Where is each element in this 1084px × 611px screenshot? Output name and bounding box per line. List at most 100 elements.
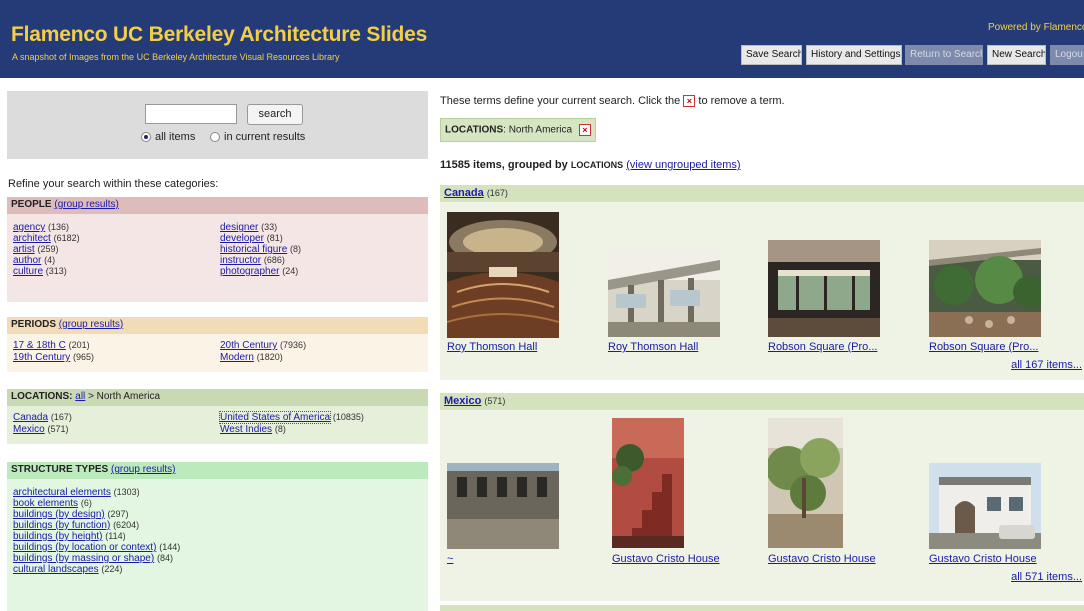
facet-item[interactable]: 20th Century (7936): [220, 340, 306, 351]
search-button[interactable]: search: [247, 104, 303, 125]
facet-item[interactable]: Canada (167): [13, 412, 72, 423]
logout-button[interactable]: Logout: [1050, 45, 1084, 65]
facet-item[interactable]: Modern (1820): [220, 352, 283, 363]
facet-item[interactable]: artist (259): [13, 244, 58, 255]
facet-item[interactable]: instructor (686): [220, 255, 285, 266]
result-thumbnail[interactable]: [447, 212, 559, 338]
facet-structure-types: STRUCTURE TYPES (group results) architec…: [7, 462, 428, 611]
result-thumbnail[interactable]: [768, 418, 843, 548]
facet-item[interactable]: architectural elements (1303): [13, 487, 140, 498]
facet-item[interactable]: buildings (by massing or shape) (84): [13, 553, 173, 564]
result-caption[interactable]: Gustavo Cristo House: [612, 553, 720, 565]
facet-item[interactable]: buildings (by location or context) (144): [13, 542, 180, 553]
facet-item[interactable]: author (4): [13, 255, 55, 266]
new-search-button[interactable]: New Search: [987, 45, 1046, 65]
search-input[interactable]: [145, 104, 237, 124]
result-group-canada: Canada (167) Roy Thomson Hall Roy Thomso…: [440, 185, 1084, 380]
facet-list: agency (136) architect (6182) artist (25…: [7, 214, 428, 302]
facet-title: LOCATIONS: [11, 391, 70, 402]
radio-selected-icon[interactable]: [141, 132, 151, 142]
facet-item[interactable]: historical figure (8): [220, 244, 301, 255]
site-subtitle: A snapshot of Images from the UC Berkele…: [12, 52, 340, 62]
remove-term-icon[interactable]: ×: [578, 124, 591, 136]
facet-item[interactable]: cultural landscapes (224): [13, 564, 122, 575]
facet-header: STRUCTURE TYPES (group results): [7, 462, 428, 479]
facet-item[interactable]: buildings (by design) (297): [13, 509, 129, 520]
radio-unselected-icon[interactable]: [210, 132, 220, 142]
group-header: Mexico (571): [440, 393, 1084, 410]
scope-current-option[interactable]: in current results: [210, 131, 305, 143]
group-results-link[interactable]: (group results): [59, 319, 123, 330]
facet-list: Canada (167) Mexico (571) United States …: [7, 406, 428, 444]
group-name-link[interactable]: Canada: [444, 187, 484, 199]
search-panel: search all items in current results: [7, 91, 428, 159]
results-summary: 11585 items, grouped by LOCATIONS (view …: [440, 159, 741, 171]
facet-item[interactable]: designer (33): [220, 222, 277, 233]
view-ungrouped-link[interactable]: (view ungrouped items): [626, 159, 740, 171]
terms-instructions: These terms define your current search. …: [440, 95, 785, 108]
result-thumbnail[interactable]: [612, 418, 684, 548]
facet-locations: LOCATIONS: all > North America Canada (1…: [7, 389, 428, 444]
facet-item[interactable]: agency (136): [13, 222, 69, 233]
group-count: (167): [486, 188, 508, 198]
result-caption[interactable]: Roy Thomson Hall: [447, 341, 537, 353]
location-crumb: > North America: [88, 391, 161, 402]
remove-icon: ×: [683, 95, 696, 108]
result-group-next: [440, 605, 1084, 611]
facet-list: architectural elements (1303) book eleme…: [7, 479, 428, 611]
facet-item[interactable]: buildings (by function) (6204): [13, 520, 139, 531]
facet-people: PEOPLE (group results) agency (136) arch…: [7, 197, 428, 302]
grouping-facet: LOCATIONS: [570, 160, 624, 170]
locations-all-link[interactable]: all: [75, 391, 85, 402]
result-caption[interactable]: Robson Square (Pro...: [929, 341, 1038, 353]
group-count: (571): [484, 396, 506, 406]
results-count: 11585 items, grouped by: [440, 159, 568, 171]
result-thumbnail[interactable]: [608, 250, 720, 337]
result-group-mexico: Mexico (571) ~ Gustavo Cristo House Gust…: [440, 393, 1084, 601]
facet-item[interactable]: 19th Century (965): [13, 352, 94, 363]
group-results-link[interactable]: (group results): [54, 199, 118, 210]
save-search-button[interactable]: Save Search: [741, 45, 802, 65]
facet-periods: PERIODS (group results) 17 & 18th C (201…: [7, 317, 428, 372]
facet-item[interactable]: book elements (6): [13, 498, 92, 509]
facet-header: LOCATIONS: all > North America: [7, 389, 428, 406]
facet-item[interactable]: culture (313): [13, 266, 67, 277]
group-header: Canada (167): [440, 185, 1084, 202]
return-to-search-button: Return to Search: [905, 45, 983, 65]
result-caption[interactable]: Gustavo Cristo House: [768, 553, 876, 565]
facet-title: PEOPLE: [11, 199, 52, 210]
result-thumbnail[interactable]: [768, 240, 880, 337]
facet-title: PERIODS: [11, 319, 57, 330]
facet-item[interactable]: West Indies (8): [220, 424, 286, 435]
result-thumbnail[interactable]: [447, 463, 559, 549]
result-caption[interactable]: ~: [447, 553, 453, 565]
facet-item[interactable]: buildings (by height) (114): [13, 531, 126, 542]
history-settings-button[interactable]: History and Settings: [806, 45, 902, 65]
all-items-link[interactable]: all 571 items...: [1011, 571, 1082, 583]
result-thumbnail[interactable]: [929, 463, 1041, 549]
result-thumbnail[interactable]: [929, 240, 1041, 337]
group-name-link[interactable]: Mexico: [444, 395, 481, 407]
app-header: Flamenco UC Berkeley Architecture Slides…: [0, 0, 1084, 78]
powered-by-text[interactable]: Powered by Flamenco: [988, 22, 1084, 33]
facet-title: STRUCTURE TYPES: [11, 464, 109, 475]
result-caption[interactable]: Roy Thomson Hall: [608, 341, 698, 353]
scope-current-label: in current results: [224, 131, 306, 143]
result-caption[interactable]: Gustavo Cristo House: [929, 553, 1037, 565]
all-items-link[interactable]: all 167 items...: [1011, 359, 1082, 371]
facet-list: 17 & 18th C (201) 19th Century (965) 20t…: [7, 334, 428, 372]
facet-item[interactable]: 17 & 18th C (201): [13, 340, 90, 351]
group-results-link[interactable]: (group results): [111, 464, 175, 475]
facet-item[interactable]: United States of America (10835): [218, 411, 364, 424]
result-caption[interactable]: Robson Square (Pro...: [768, 341, 877, 353]
site-title[interactable]: Flamenco UC Berkeley Architecture Slides: [11, 23, 427, 47]
scope-all-option[interactable]: all items: [141, 131, 195, 143]
facet-item[interactable]: photographer (24): [220, 266, 298, 277]
term-facet: LOCATIONS: [445, 124, 504, 136]
facet-item[interactable]: architect (6182): [13, 233, 80, 244]
facet-item[interactable]: developer (81): [220, 233, 283, 244]
search-term-chip: LOCATIONS: North America ×: [440, 118, 596, 142]
term-value: : North America: [503, 124, 573, 136]
scope-all-label: all items: [155, 131, 196, 143]
facet-item[interactable]: Mexico (571): [13, 424, 68, 435]
